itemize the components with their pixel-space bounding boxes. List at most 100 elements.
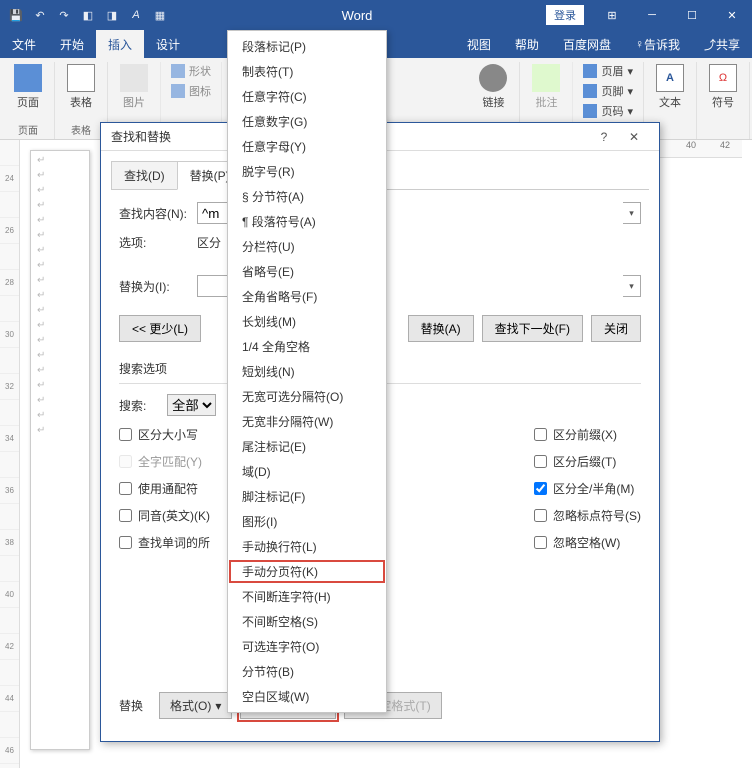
page-button[interactable]: 页面: [8, 62, 48, 112]
menu-item[interactable]: 无宽非分隔符(W): [228, 409, 386, 434]
menu-item[interactable]: 手动换行符(L): [228, 534, 386, 559]
format-button[interactable]: 格式(O) ▾: [159, 692, 232, 719]
ribbon-group-page: 页面 页面: [2, 62, 55, 139]
opt-whole-word[interactable]: 全字匹配(Y): [119, 453, 210, 470]
menu-item[interactable]: 域(D): [228, 459, 386, 484]
replace-section-label: 替换: [119, 697, 143, 714]
footer-button[interactable]: 页脚 ▾: [579, 82, 637, 100]
less-button[interactable]: << 更少(L): [119, 315, 201, 342]
menu-item[interactable]: 全角省略号(F): [228, 284, 386, 309]
tell-me[interactable]: ♀ 告诉我: [623, 30, 692, 58]
menu-item[interactable]: § 分节符(A): [228, 184, 386, 209]
undo-icon[interactable]: ↶: [32, 7, 48, 23]
close-button[interactable]: 关闭: [591, 315, 641, 342]
symbol-button[interactable]: Ω符号: [703, 62, 743, 112]
left-options: 区分大小写 全字匹配(Y) 使用通配符 同音(英文)(K) 查找单词的所: [119, 426, 210, 551]
menu-item[interactable]: 分节符(B): [228, 659, 386, 684]
tab-baidu[interactable]: 百度网盘: [551, 30, 623, 58]
menu-item[interactable]: 任意字符(C): [228, 84, 386, 109]
menu-item[interactable]: 手动分页符(K): [228, 559, 386, 584]
text-button[interactable]: A文本: [650, 62, 690, 112]
share-button[interactable]: ⤴ 共享: [692, 30, 752, 58]
opt-sounds-like[interactable]: 同音(英文)(K): [119, 507, 210, 524]
login-button[interactable]: 登录: [546, 5, 584, 25]
menu-item[interactable]: 省略号(E): [228, 259, 386, 284]
menu-item[interactable]: 段落标记(P): [228, 34, 386, 59]
replace-all-button[interactable]: 替换(A): [408, 315, 474, 342]
menu-item[interactable]: 1/4 全角空格: [228, 334, 386, 359]
replace-label: 替换为(I):: [119, 278, 189, 295]
menu-item[interactable]: 脚注标记(F): [228, 484, 386, 509]
save-icon[interactable]: 💾: [8, 7, 24, 23]
picture-icon: [120, 64, 148, 92]
menu-item[interactable]: 任意字母(Y): [228, 134, 386, 159]
symbol-icon: Ω: [709, 64, 737, 92]
quick-access-toolbar: 💾 ↶ ↷ ◧ ◨ A ▦: [0, 7, 168, 23]
opt-ignore-space[interactable]: 忽略空格(W): [534, 534, 641, 551]
ribbon-options-icon[interactable]: ⊞: [592, 0, 632, 30]
link-button[interactable]: 链接: [473, 62, 513, 112]
picture-button[interactable]: 图片: [114, 62, 154, 112]
opt-prefix[interactable]: 区分前缀(X): [534, 426, 641, 443]
menu-item[interactable]: ¶ 段落符号(A): [228, 209, 386, 234]
tab-file[interactable]: 文件: [0, 30, 48, 58]
menu-item[interactable]: 可选连字符(O): [228, 634, 386, 659]
menu-item[interactable]: 无宽可选分隔符(O): [228, 384, 386, 409]
special-format-menu: 段落标记(P)制表符(T)任意字符(C)任意数字(G)任意字母(Y)脱字号(R)…: [227, 30, 387, 713]
menu-item[interactable]: 尾注标记(E): [228, 434, 386, 459]
app-title: Word: [168, 8, 546, 23]
page-icon: [14, 64, 42, 92]
find-next-button[interactable]: 查找下一处(F): [482, 315, 583, 342]
qat-icon[interactable]: ◨: [104, 7, 120, 23]
menu-item[interactable]: 短划线(N): [228, 359, 386, 384]
icons-icon: [171, 84, 185, 98]
right-options: 区分前缀(X) 区分后缀(T) 区分全/半角(M) 忽略标点符号(S) 忽略空格…: [534, 426, 641, 551]
shape-button[interactable]: 形状: [167, 62, 215, 80]
tab-home[interactable]: 开始: [48, 30, 96, 58]
qat-icon[interactable]: ◧: [80, 7, 96, 23]
search-scope-label: 搜索:: [119, 397, 159, 414]
tab-insert[interactable]: 插入: [96, 30, 144, 58]
menu-item[interactable]: 脱字号(R): [228, 159, 386, 184]
maximize-icon[interactable]: ☐: [672, 0, 712, 30]
minimize-icon[interactable]: ─: [632, 0, 672, 30]
close-icon[interactable]: ✕: [619, 130, 649, 144]
tab-find[interactable]: 查找(D): [111, 161, 178, 190]
menu-item[interactable]: 长划线(M): [228, 309, 386, 334]
opt-ignore-punct[interactable]: 忽略标点符号(S): [534, 507, 641, 524]
help-icon[interactable]: ?: [589, 130, 619, 144]
text-icon: A: [656, 64, 684, 92]
menu-item[interactable]: 制表符(T): [228, 59, 386, 84]
icon-button[interactable]: 图标: [167, 82, 215, 100]
footer-icon: [583, 84, 597, 98]
menu-item[interactable]: 空白区域(W): [228, 684, 386, 709]
table-icon: [67, 64, 95, 92]
opt-wildcards[interactable]: 使用通配符: [119, 480, 210, 497]
tab-design[interactable]: 设计: [144, 30, 192, 58]
tab-view[interactable]: 视图: [455, 30, 503, 58]
opt-match-case[interactable]: 区分大小写: [119, 426, 210, 443]
close-icon[interactable]: ✕: [712, 0, 752, 30]
tab-help[interactable]: 帮助: [503, 30, 551, 58]
opt-word-forms[interactable]: 查找单词的所: [119, 534, 210, 551]
find-history-dropdown[interactable]: ▾: [623, 202, 641, 224]
menu-item[interactable]: 不间断连字符(H): [228, 584, 386, 609]
menu-item[interactable]: 不间断空格(S): [228, 609, 386, 634]
clear-format-icon[interactable]: A: [128, 7, 144, 23]
options-label: 选项:: [119, 234, 189, 251]
opt-fullhalf[interactable]: 区分全/半角(M): [534, 480, 641, 497]
menu-item[interactable]: 分栏符(U): [228, 234, 386, 259]
ribbon-group-symbol: Ω符号: [697, 62, 750, 139]
menu-item[interactable]: 图形(I): [228, 509, 386, 534]
comment-button[interactable]: 批注: [526, 62, 566, 112]
qat-icon[interactable]: ▦: [152, 7, 168, 23]
opt-suffix[interactable]: 区分后缀(T): [534, 453, 641, 470]
table-button[interactable]: 表格: [61, 62, 101, 112]
menu-item[interactable]: 任意数字(G): [228, 109, 386, 134]
document-page[interactable]: ↵↵↵↵ ↵↵↵↵ ↵↵↵↵ ↵↵↵↵ ↵↵↵: [30, 150, 90, 750]
replace-history-dropdown[interactable]: ▾: [623, 275, 641, 297]
header-button[interactable]: 页眉 ▾: [579, 62, 637, 80]
redo-icon[interactable]: ↷: [56, 7, 72, 23]
pagenum-button[interactable]: 页码 ▾: [579, 102, 637, 120]
search-scope-select[interactable]: 全部: [167, 394, 216, 416]
